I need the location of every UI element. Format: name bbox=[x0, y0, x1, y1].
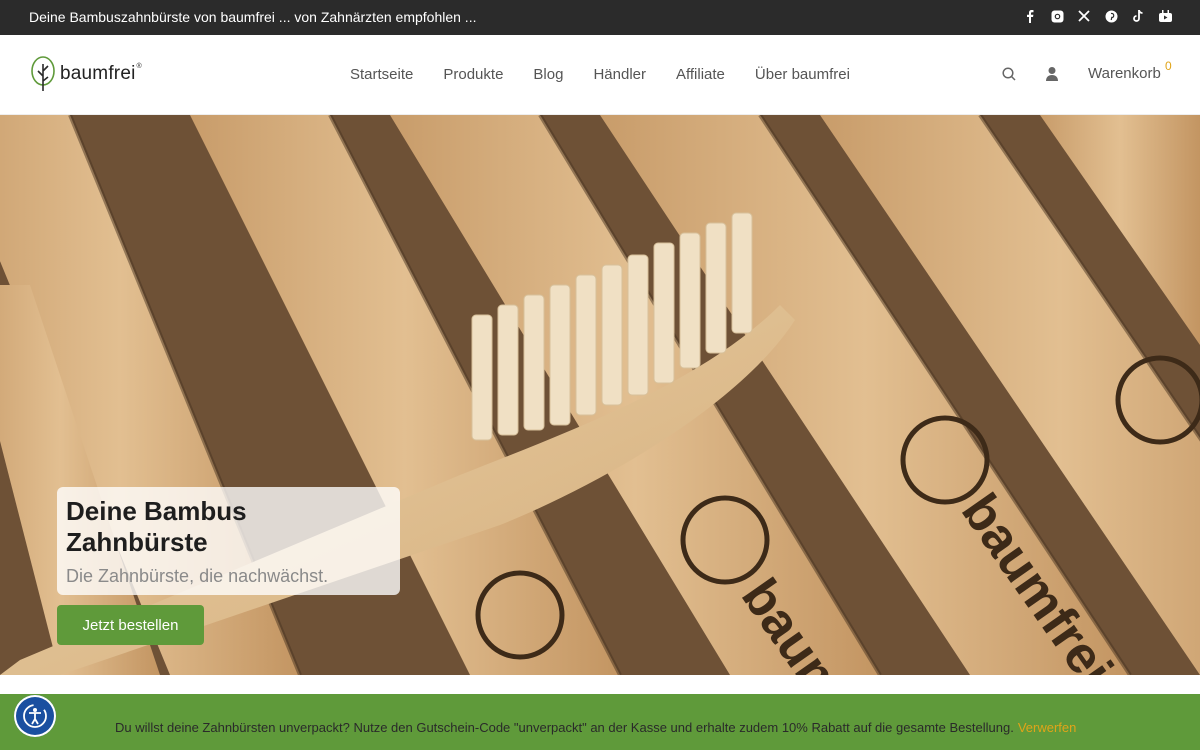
hero-subtitle: Die Zahnbürste, die nachwächst. bbox=[66, 566, 329, 586]
coupon-notice-bar: Du willst deine Zahnbürsten unverpackt? … bbox=[0, 694, 1200, 750]
social-links bbox=[1023, 9, 1172, 23]
accessibility-button[interactable] bbox=[14, 695, 56, 737]
order-now-button[interactable]: Jetzt bestellen bbox=[57, 605, 204, 645]
logo-text: baumfrei bbox=[60, 63, 136, 84]
hero-text-box: Deine Bambus Zahnbürste Die Zahnbürste, … bbox=[57, 487, 400, 595]
notice-text: Du willst deine Zahnbürsten unverpackt? … bbox=[115, 720, 1077, 735]
pinterest-icon[interactable] bbox=[1104, 9, 1118, 23]
cart-link[interactable]: Warenkorb bbox=[1088, 65, 1161, 82]
logo-trademark: ® bbox=[136, 62, 142, 70]
tiktok-icon[interactable] bbox=[1131, 9, 1145, 23]
nav-blog[interactable]: Blog bbox=[533, 66, 563, 83]
announcement-text: Deine Bambuszahnbürste von baumfrei ... … bbox=[29, 9, 477, 25]
nav-haendler[interactable]: Händler bbox=[593, 66, 646, 83]
accessibility-icon bbox=[23, 704, 47, 728]
x-icon[interactable] bbox=[1077, 9, 1091, 23]
hero-banner: baumfrei baumfrei Deine Bambus Zahnbürst… bbox=[0, 115, 1200, 675]
youtube-icon[interactable] bbox=[1158, 9, 1172, 23]
account-icon[interactable] bbox=[1045, 66, 1059, 82]
nav-startseite[interactable]: Startseite bbox=[350, 66, 413, 83]
main-nav: Startseite Produkte Blog Händler Affilia… bbox=[350, 66, 880, 83]
logo[interactable]: baumfrei ® bbox=[30, 56, 142, 92]
site-header: baumfrei ® Startseite Produkte Blog Händ… bbox=[0, 35, 1200, 115]
dismiss-link[interactable]: Verwerfen bbox=[1018, 720, 1077, 735]
nav-affiliate[interactable]: Affiliate bbox=[676, 66, 725, 83]
facebook-icon[interactable] bbox=[1023, 9, 1037, 23]
instagram-icon[interactable] bbox=[1050, 9, 1064, 23]
announcement-bar: Deine Bambuszahnbürste von baumfrei ... … bbox=[0, 0, 1200, 35]
search-icon[interactable] bbox=[1001, 66, 1017, 82]
nav-produkte[interactable]: Produkte bbox=[443, 66, 503, 83]
nav-ueber-baumfrei[interactable]: Über baumfrei bbox=[755, 66, 850, 83]
cart-count-badge: 0 bbox=[1165, 59, 1172, 73]
hero-title: Deine Bambus Zahnbürste bbox=[66, 496, 247, 557]
tree-logo-icon bbox=[31, 56, 55, 91]
